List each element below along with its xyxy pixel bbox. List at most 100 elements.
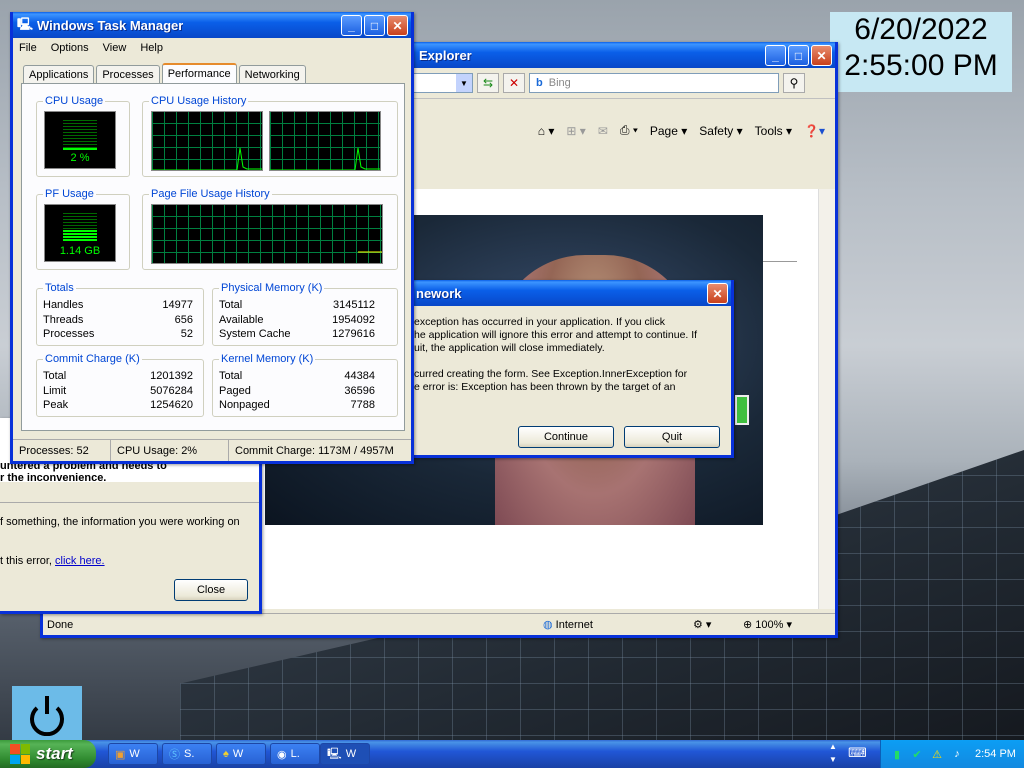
continue-button[interactable]: Continue xyxy=(518,426,614,448)
tm-close-button[interactable]: ✕ xyxy=(387,15,408,36)
menu-options[interactable]: Options xyxy=(51,42,89,54)
video-indicator xyxy=(735,395,749,425)
address-bar[interactable]: ▼ xyxy=(413,73,473,93)
divider xyxy=(0,502,259,503)
stop-icon[interactable]: ✕ xyxy=(503,73,525,93)
error-body-line1: f something, the information you were wo… xyxy=(0,516,240,528)
taskbar-scroll-arrows[interactable]: ▲ ▼ xyxy=(826,740,840,768)
totals-processes-value: 52 xyxy=(180,328,193,340)
taskbar-item-5[interactable]: 🖳 W xyxy=(320,743,370,765)
power-widget[interactable] xyxy=(12,686,82,742)
taskbar-item-1[interactable]: ▣ W xyxy=(108,743,158,765)
search-icon[interactable]: ⚲ xyxy=(783,73,805,93)
framework-titlebar[interactable]: nework ✕ xyxy=(412,280,731,306)
task-manager-titlebar[interactable]: 🖳 Windows Task Manager _ □ ✕ xyxy=(13,12,411,38)
task-manager-window[interactable]: 🖳 Windows Task Manager _ □ ✕ File Option… xyxy=(10,12,414,464)
menu-help[interactable]: Help xyxy=(140,42,163,54)
home-icon[interactable]: ⌂ ▾ xyxy=(538,124,555,138)
cpu-usage-group: CPU Usage 2 % xyxy=(36,95,130,177)
pf-usage-label: PF Usage xyxy=(43,188,96,200)
status-processes: Processes: 52 xyxy=(13,440,111,461)
totals-group: Totals Handles 14977 Threads 656 Processes… xyxy=(36,282,204,346)
tab-processes[interactable]: Processes xyxy=(96,65,160,83)
framework-msg-line3: uit, the application will close immediat… xyxy=(414,342,605,354)
ie-vertical-scrollbar[interactable] xyxy=(818,189,835,609)
tray-warning-icon[interactable]: ⚠ xyxy=(929,746,945,762)
safety-menu[interactable]: Safety ▾ xyxy=(699,124,742,138)
app-icon: ▣ xyxy=(115,748,126,761)
framework-exception-dialog[interactable]: nework ✕ exception has occurred in your … xyxy=(412,280,734,458)
tab-applications[interactable]: Applications xyxy=(23,65,95,83)
print-icon[interactable]: ⎙ ▾ xyxy=(620,123,638,138)
tray-clock[interactable]: 2:54 PM xyxy=(969,748,1016,760)
feeds-icon[interactable]: ⊞ ▾ xyxy=(566,124,585,138)
kernel-memory-label: Kernel Memory (K) xyxy=(219,353,316,365)
taskbar-item-2[interactable]: Ⓢ S. xyxy=(162,743,212,765)
clock-widget: 6/20/2022 2:55:00 PM xyxy=(830,12,1012,92)
task-manager-icon: 🖳 xyxy=(17,16,34,31)
ie-minimize-button[interactable]: _ xyxy=(765,45,786,66)
page-menu[interactable]: Page ▾ xyxy=(650,124,687,138)
kernel-nonpaged-value: 7788 xyxy=(350,399,375,411)
keyboard-icon[interactable]: ⌨ xyxy=(848,745,867,761)
totals-label: Totals xyxy=(43,282,76,294)
ie-close-button[interactable]: ✕ xyxy=(811,45,832,66)
address-dropdown-icon[interactable]: ▼ xyxy=(456,74,472,92)
search-placeholder: Bing xyxy=(548,77,571,89)
quit-button[interactable]: Quit xyxy=(624,426,720,448)
protected-mode-icon[interactable]: ⚙ ▾ xyxy=(693,618,743,631)
zoom-icon: ⊕ xyxy=(743,619,753,631)
tray-volume-icon[interactable]: ♪ xyxy=(949,746,965,762)
tools-menu[interactable]: Tools ▾ xyxy=(755,124,792,138)
tab-networking[interactable]: Networking xyxy=(238,65,306,83)
physical-available-value: 1954092 xyxy=(332,314,375,326)
globe-icon: ◍ xyxy=(543,619,553,631)
tm-minimize-button[interactable]: _ xyxy=(341,15,362,36)
windows-flag-icon xyxy=(10,744,30,764)
kernel-nonpaged-label: Nonpaged xyxy=(219,399,270,411)
tm-menubar: File Options View Help xyxy=(13,38,411,58)
pf-usage-group: PF Usage 1.14 GB xyxy=(36,188,130,270)
commit-limit-value: 5076284 xyxy=(150,385,193,397)
refresh-icon[interactable]: ⇆ xyxy=(477,73,499,93)
cpu-usage-label: CPU Usage xyxy=(43,95,106,107)
tray-security-icon[interactable]: ✔ xyxy=(909,746,925,762)
menu-view[interactable]: View xyxy=(103,42,127,54)
ie-status-text: Done xyxy=(47,618,74,631)
totals-processes-label: Processes xyxy=(43,328,95,340)
click-here-link[interactable]: click here. xyxy=(55,555,105,567)
commit-limit-label: Limit xyxy=(43,385,67,397)
status-commit: Commit Charge: 1173M / 4957M xyxy=(235,444,394,457)
system-tray: ▮ ✔ ⚠ ♪ 2:54 PM xyxy=(880,740,1024,768)
tab-performance[interactable]: Performance xyxy=(161,63,237,83)
physical-cache-label: System Cache xyxy=(219,328,291,340)
ie-statusbar: Done ◍ Internet ⚙ ▾ ⊕ 100% ▾ xyxy=(43,613,835,635)
commit-charge-group: Commit Charge (K) Total 1201392 Limit 5076… xyxy=(36,353,204,417)
taskbar-item-4[interactable]: ◉ L. xyxy=(270,743,320,765)
help-icon[interactable]: ❓▾ xyxy=(804,124,825,138)
status-cpu: CPU Usage: 2% xyxy=(111,440,229,461)
tray-network-icon[interactable]: ▮ xyxy=(889,746,905,762)
ie-maximize-button[interactable]: □ xyxy=(788,45,809,66)
search-input[interactable]: b Bing xyxy=(529,73,779,93)
pf-history-group: Page File Usage History xyxy=(142,188,398,270)
ie-zone: ◍ Internet xyxy=(543,619,593,631)
framework-close-button[interactable]: ✕ xyxy=(707,283,728,304)
cpu-history-graph-1 xyxy=(151,111,263,171)
taskbar-item-3[interactable]: ♠ W xyxy=(216,743,266,765)
totals-threads-label: Threads xyxy=(43,314,84,326)
commit-total-label: Total xyxy=(43,370,67,382)
framework-msg-line2: he application will ignore this error an… xyxy=(414,329,698,341)
cpu-history-group: CPU Usage History xyxy=(142,95,398,177)
start-button[interactable]: start xyxy=(0,740,96,768)
close-button[interactable]: Close xyxy=(174,579,248,601)
taskbar: start ▣ W Ⓢ S. ♠ W ◉ L. 🖳 W ▲ ▼ ⌨ ▮ ✔ ⚠ ♪ 2:54… xyxy=(0,740,1024,768)
menu-file[interactable]: File xyxy=(19,42,37,54)
zoom-control[interactable]: ⊕ 100% ▾ xyxy=(743,618,792,631)
error-heading-line2: r the inconvenience. xyxy=(0,472,107,484)
tm-tabs: Applications Processes Performance Netwo… xyxy=(23,63,306,83)
mail-icon[interactable]: ✉ xyxy=(598,124,608,138)
tm-maximize-button[interactable]: □ xyxy=(364,15,385,36)
power-icon xyxy=(30,696,64,736)
kernel-paged-label: Paged xyxy=(219,385,251,397)
